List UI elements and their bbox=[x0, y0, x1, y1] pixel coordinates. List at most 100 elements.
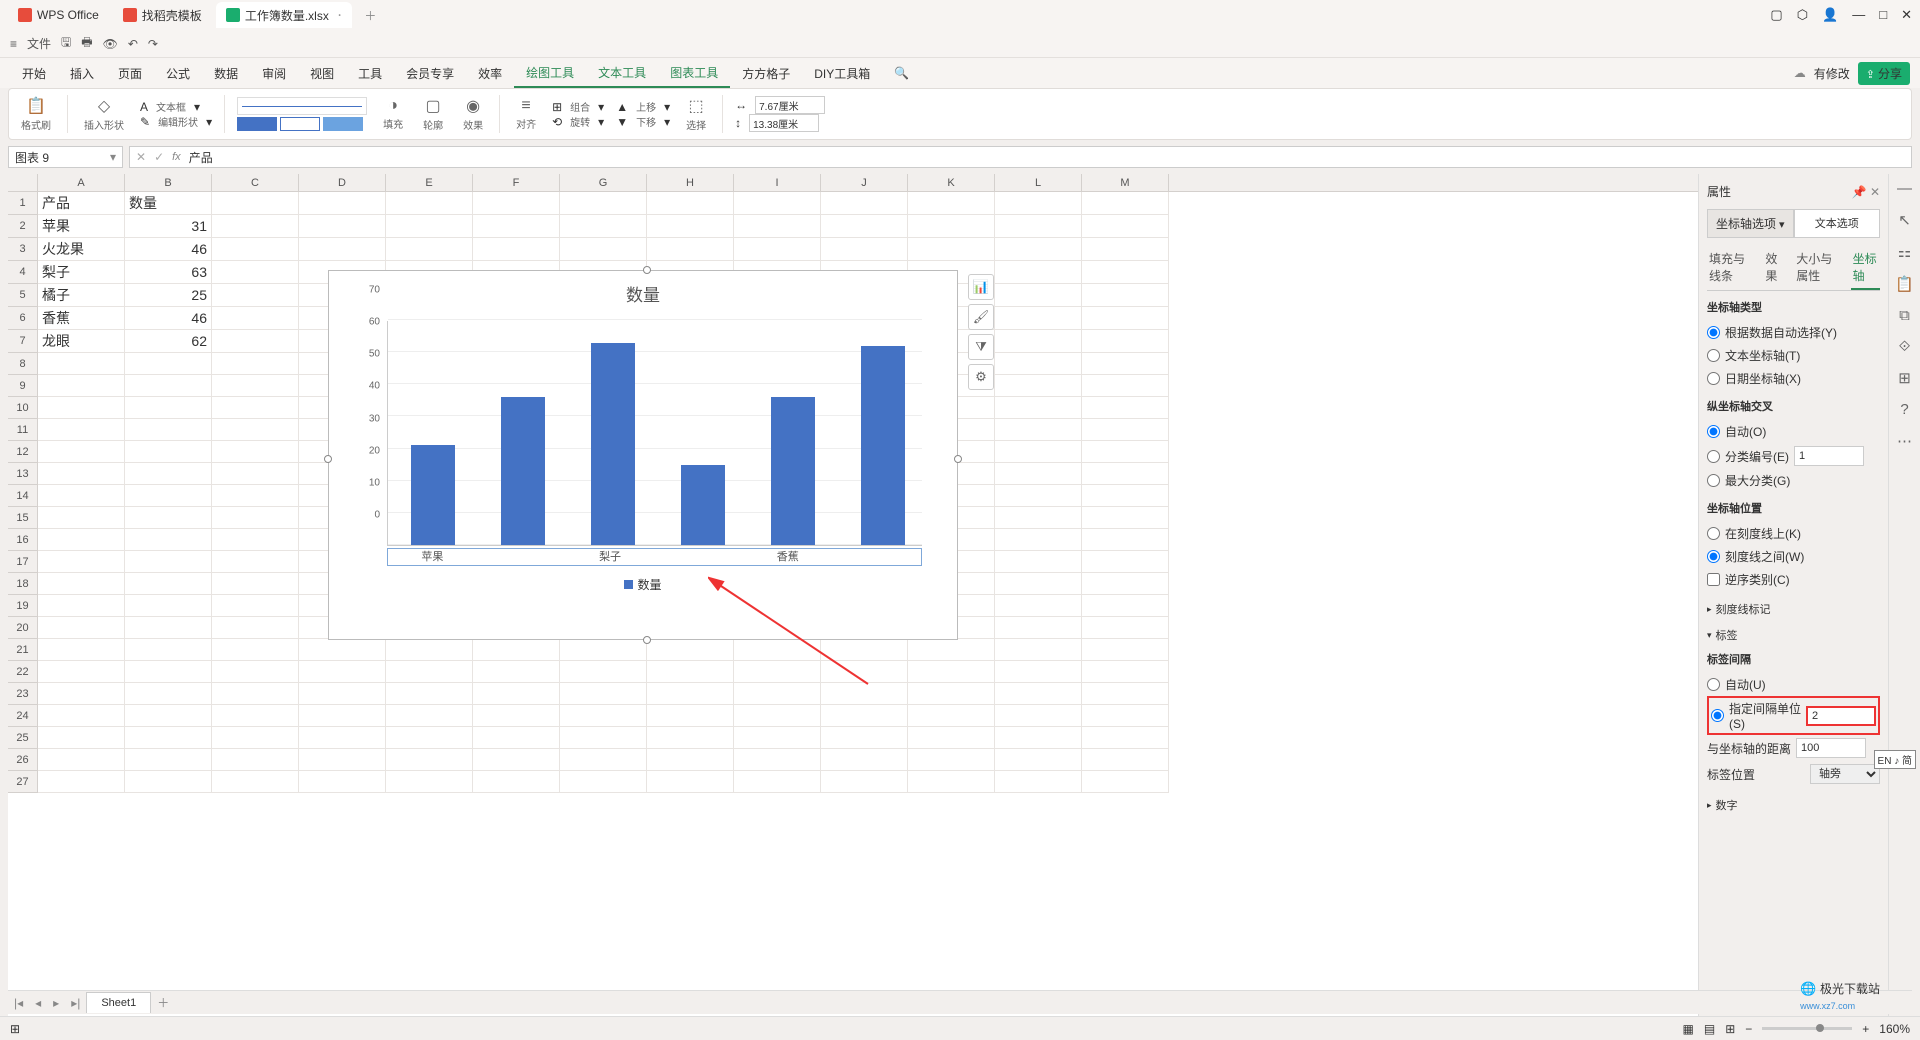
label-section[interactable]: 标签 bbox=[1707, 627, 1880, 643]
col-H[interactable]: H bbox=[647, 174, 734, 191]
undo-icon[interactable]: ↶ bbox=[128, 37, 138, 51]
print-icon[interactable]: 🖶 bbox=[81, 33, 92, 54]
chart-title[interactable]: 数量 bbox=[329, 271, 957, 316]
tab-start[interactable]: 开始 bbox=[10, 60, 58, 87]
tab-formula[interactable]: 公式 bbox=[154, 60, 202, 87]
sheet-tab-1[interactable]: Sheet1 bbox=[86, 992, 151, 1013]
vcross-auto[interactable]: 自动(O) bbox=[1707, 420, 1880, 443]
file-menu[interactable]: 文件 bbox=[27, 35, 51, 52]
col-K[interactable]: K bbox=[908, 174, 995, 191]
select-button[interactable]: ⬚选择 bbox=[682, 96, 710, 132]
style-swatch-1[interactable] bbox=[237, 117, 277, 131]
x-axis[interactable]: 苹果梨子香蕉 bbox=[387, 548, 922, 566]
sheet-nav-first[interactable]: |◂ bbox=[8, 996, 29, 1010]
tab-drawing[interactable]: 绘图工具 bbox=[514, 59, 586, 88]
tickmark-section[interactable]: 刻度线标记 bbox=[1707, 601, 1880, 617]
zoom-slider[interactable] bbox=[1762, 1027, 1852, 1030]
templates-tab[interactable]: 找稻壳模板 bbox=[113, 2, 212, 28]
col-M[interactable]: M bbox=[1082, 174, 1169, 191]
menu-icon[interactable]: ≡ bbox=[10, 37, 17, 51]
tab-tools[interactable]: 工具 bbox=[346, 60, 394, 87]
chart-filter-icon[interactable]: ⧩ bbox=[968, 334, 994, 360]
align-button[interactable]: ≡对齐 bbox=[512, 97, 540, 131]
formula-input[interactable]: ✕ ✓ fx 产品 bbox=[129, 146, 1912, 168]
col-I[interactable]: I bbox=[734, 174, 821, 191]
movedown-button[interactable]: ▼下移 ▾ bbox=[616, 114, 670, 129]
textbox-button[interactable]: A文本框 ▾ bbox=[140, 99, 212, 114]
cancel-icon[interactable]: ✕ bbox=[136, 150, 146, 164]
label-position-select[interactable]: 轴旁 bbox=[1810, 764, 1880, 784]
style-swatch-2[interactable] bbox=[280, 117, 320, 131]
save-icon[interactable]: 🖫 bbox=[61, 33, 71, 54]
col-D[interactable]: D bbox=[299, 174, 386, 191]
help-icon[interactable]: ? bbox=[1900, 401, 1908, 418]
text-options-tab[interactable]: 文本选项 bbox=[1794, 209, 1881, 238]
moveup-button[interactable]: ▲上移 ▾ bbox=[616, 99, 670, 114]
col-L[interactable]: L bbox=[995, 174, 1082, 191]
tab-insert[interactable]: 插入 bbox=[58, 60, 106, 87]
view-page-icon[interactable]: ▤ bbox=[1704, 1022, 1715, 1036]
insert-shape[interactable]: ◇插入形状 bbox=[80, 96, 128, 132]
group-button[interactable]: ⊞组合 ▾ bbox=[552, 99, 604, 114]
tab-review[interactable]: 审阅 bbox=[250, 60, 298, 87]
close-panel-icon[interactable]: ✕ bbox=[1870, 185, 1880, 199]
col-J[interactable]: J bbox=[821, 174, 908, 191]
fx-icon[interactable]: fx bbox=[172, 151, 181, 163]
vcross-max[interactable]: 最大分类(G) bbox=[1707, 469, 1880, 492]
style-icon[interactable]: ⚏ bbox=[1898, 243, 1911, 261]
zoom-in[interactable]: + bbox=[1862, 1022, 1869, 1036]
preview-icon[interactable]: 👁 bbox=[103, 37, 118, 51]
label-auto[interactable]: 自动(U) bbox=[1707, 673, 1880, 696]
reverse-categories[interactable]: 逆序类别(C) bbox=[1707, 568, 1880, 591]
minimize-icon[interactable]: — bbox=[1852, 7, 1865, 23]
zoom-value[interactable]: 160% bbox=[1879, 1022, 1910, 1036]
share-button[interactable]: ⇪ 分享 bbox=[1858, 62, 1910, 85]
search-icon[interactable]: 🔍 bbox=[882, 61, 921, 85]
tab-ffgz[interactable]: 方方格子 bbox=[730, 60, 802, 87]
label-interval-input[interactable] bbox=[1806, 706, 1876, 726]
tab-member[interactable]: 会员专享 bbox=[394, 60, 466, 87]
editshape-button[interactable]: ✎编辑形状 ▾ bbox=[140, 114, 212, 129]
sheet-nav-last[interactable]: ▸| bbox=[65, 996, 86, 1010]
axis-type-date[interactable]: 日期坐标轴(X) bbox=[1707, 367, 1880, 390]
axis-options-tab[interactable]: 坐标轴选项 ▾ bbox=[1707, 209, 1794, 238]
close-icon[interactable]: ･ bbox=[337, 7, 343, 23]
clipboard-icon[interactable]: 📋 bbox=[1895, 275, 1914, 293]
pin-icon[interactable]: 📌 bbox=[1852, 185, 1867, 199]
subtab-axis[interactable]: 坐标轴 bbox=[1851, 246, 1880, 290]
chart-brush-icon[interactable]: 🖌 bbox=[968, 304, 994, 330]
height-input[interactable] bbox=[749, 114, 819, 132]
ime-indicator[interactable]: EN ♪ 简 bbox=[1874, 750, 1916, 769]
tab-view[interactable]: 视图 bbox=[298, 60, 346, 87]
sheet-nav-prev[interactable]: ◂ bbox=[29, 996, 47, 1010]
ruler-icon[interactable]: ⟐ bbox=[1899, 338, 1911, 355]
label-interval-unit[interactable]: 指定间隔单位(S) bbox=[1707, 696, 1880, 735]
col-A[interactable]: A bbox=[38, 174, 125, 191]
line-style-preview[interactable] bbox=[237, 97, 367, 115]
user-icon[interactable]: 👤 bbox=[1822, 7, 1838, 23]
maximize-icon[interactable]: □ bbox=[1879, 7, 1887, 23]
accept-icon[interactable]: ✓ bbox=[154, 150, 164, 164]
subtab-size[interactable]: 大小与属性 bbox=[1794, 246, 1840, 290]
close-window-icon[interactable]: ✕ bbox=[1901, 7, 1912, 23]
col-F[interactable]: F bbox=[473, 174, 560, 191]
vcross-category[interactable]: 分类编号(E) bbox=[1707, 443, 1880, 469]
chart-object[interactable]: 数量 010203040506070 苹果梨子香蕉 数量 bbox=[328, 270, 958, 640]
redo-icon[interactable]: ↷ bbox=[148, 37, 158, 51]
chart-settings-icon[interactable]: 📊 bbox=[968, 274, 994, 300]
cube-icon[interactable]: ⬡ bbox=[1797, 7, 1808, 23]
col-G[interactable]: G bbox=[560, 174, 647, 191]
effect-button[interactable]: ◉效果 bbox=[459, 96, 487, 132]
status-icon[interactable]: ⊞ bbox=[10, 1022, 20, 1036]
col-C[interactable]: C bbox=[212, 174, 299, 191]
fill-button[interactable]: ◑填充 bbox=[379, 97, 407, 131]
name-box[interactable]: 图表 9▾ bbox=[8, 146, 123, 168]
tab-data[interactable]: 数据 bbox=[202, 60, 250, 87]
y-axis[interactable]: 010203040506070 bbox=[359, 316, 384, 546]
file-tab[interactable]: 工作簿数量.xlsx･ bbox=[216, 2, 353, 28]
new-tab-button[interactable]: ＋ bbox=[356, 7, 384, 24]
tab-diy[interactable]: DIY工具箱 bbox=[802, 60, 882, 87]
width-input[interactable] bbox=[755, 96, 825, 114]
axis-pos-between[interactable]: 刻度线之间(W) bbox=[1707, 545, 1880, 568]
cloud-icon[interactable]: ☁ bbox=[1794, 66, 1806, 80]
